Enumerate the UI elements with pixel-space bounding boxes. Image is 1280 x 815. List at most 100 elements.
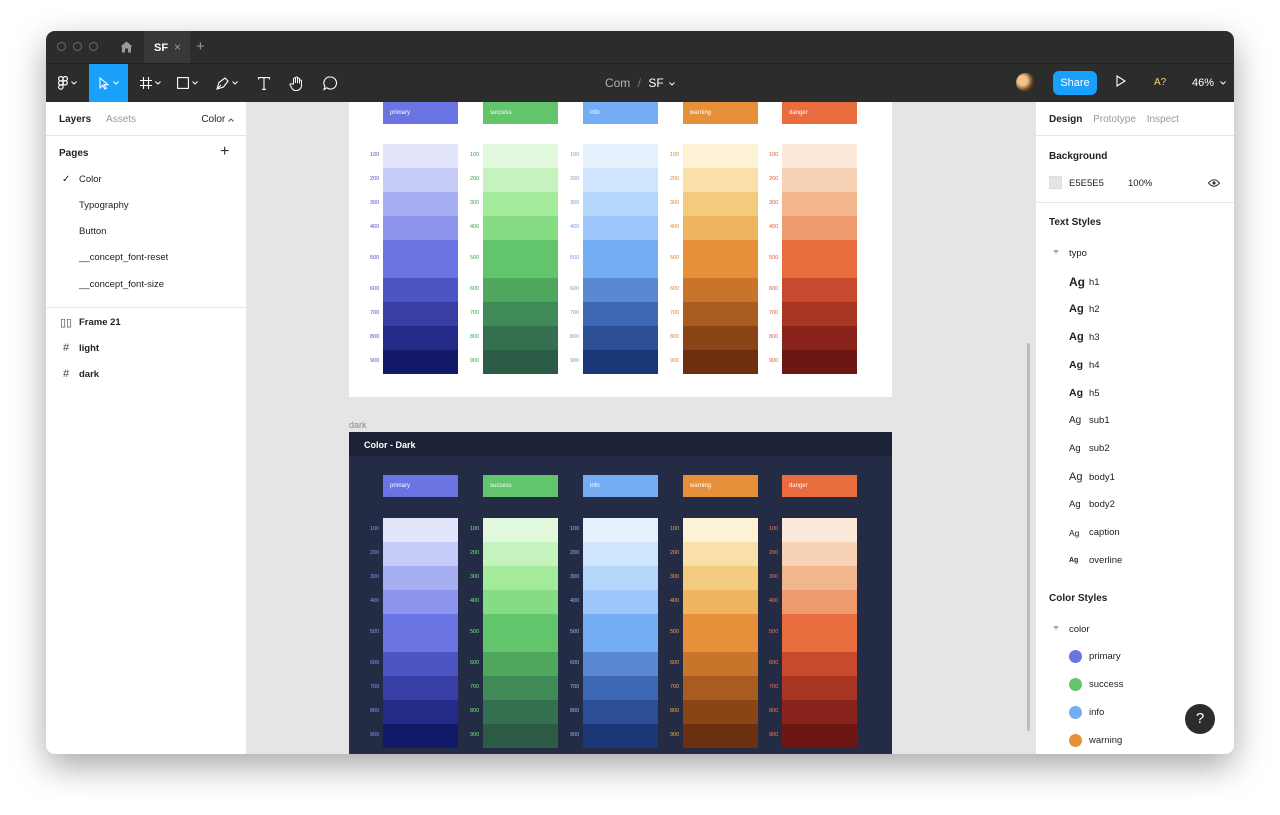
- shade-label: 500: [670, 629, 680, 635]
- text-style-overline[interactable]: Ag overline: [1069, 555, 1122, 566]
- close-tab-icon[interactable]: ×: [174, 40, 181, 54]
- home-tab[interactable]: [112, 31, 140, 63]
- close-window-button[interactable]: [57, 42, 66, 51]
- palette-strip-info: [583, 518, 658, 748]
- breadcrumb-file[interactable]: SF: [648, 76, 663, 90]
- text-style-h5[interactable]: Ag h5: [1069, 387, 1100, 399]
- share-button[interactable]: Share: [1053, 71, 1097, 95]
- color-swatch: [782, 350, 857, 374]
- background-opacity[interactable]: 100%: [1128, 178, 1152, 189]
- layer-dark[interactable]: # dark: [60, 368, 99, 380]
- background-hex[interactable]: E5E5E5: [1069, 178, 1104, 189]
- user-avatar[interactable]: [1016, 73, 1035, 92]
- page-item[interactable]: Typography: [79, 200, 129, 211]
- shade-label: 300: [670, 200, 680, 206]
- tab-assets[interactable]: Assets: [106, 114, 136, 125]
- tab-prototype[interactable]: Prototype: [1093, 114, 1136, 125]
- text-style-sub2[interactable]: Ag sub2: [1069, 443, 1110, 454]
- eye-icon[interactable]: [1208, 179, 1220, 187]
- page-selector[interactable]: Color: [201, 114, 234, 125]
- text-style-preview: Ag: [1069, 557, 1079, 564]
- color-swatch: [782, 590, 857, 614]
- light-frame[interactable]: primary 100 200 300 400 500 600 700 800 900 succes…: [349, 102, 892, 397]
- color-swatch: [483, 144, 558, 168]
- text-style-sub1[interactable]: Ag sub1: [1069, 415, 1110, 426]
- shade-label: 500: [470, 255, 480, 261]
- color-swatch: [782, 542, 857, 566]
- layer-light[interactable]: # light: [60, 342, 99, 354]
- present-play-icon[interactable]: [1116, 75, 1126, 87]
- color-swatch: [583, 566, 658, 590]
- canvas-scrollbar[interactable]: [1027, 343, 1030, 731]
- shade-label: 400: [570, 224, 580, 230]
- new-tab-button[interactable]: +: [196, 38, 205, 55]
- background-swatch[interactable]: [1049, 176, 1062, 189]
- color-style-warning[interactable]: warning: [1069, 734, 1122, 747]
- text-style-name: h4: [1089, 359, 1100, 371]
- breadcrumb-project[interactable]: Com: [605, 76, 630, 90]
- text-style-body2[interactable]: Ag body2: [1069, 499, 1115, 510]
- page-item[interactable]: Button: [79, 226, 106, 237]
- text-styles-heading: Text Styles: [1049, 217, 1102, 228]
- palette-strip-warning: [683, 144, 758, 374]
- color-swatch: [583, 614, 658, 652]
- page-item[interactable]: Color: [79, 174, 102, 185]
- color-style-name: primary: [1089, 651, 1121, 662]
- minimize-window-button[interactable]: [73, 42, 82, 51]
- auto-layout-icon: ▯▯: [60, 317, 73, 329]
- color-swatch: [483, 192, 558, 216]
- color-style-info[interactable]: info: [1069, 706, 1104, 719]
- shade-label: 400: [470, 598, 480, 604]
- caret-down-icon[interactable]: [1053, 626, 1059, 630]
- color-swatch: [583, 240, 658, 278]
- chevron-up-icon: [228, 118, 234, 122]
- text-style-h3[interactable]: Ag h3: [1069, 331, 1100, 343]
- dark-frame[interactable]: Color - Dark primary 100 200 300 400 500 600 70…: [349, 432, 892, 754]
- page-item[interactable]: __concept_font-size: [79, 279, 164, 290]
- text-style-body1[interactable]: Ag body1: [1069, 471, 1115, 483]
- text-style-h2[interactable]: Ag h2: [1069, 303, 1100, 315]
- chevron-down-icon[interactable]: [669, 81, 675, 86]
- shade-label: 100: [670, 526, 680, 532]
- dark-frame-label[interactable]: dark: [349, 420, 367, 430]
- palette-strip-primary: [383, 144, 458, 374]
- maximize-window-button[interactable]: [89, 42, 98, 51]
- tab-design[interactable]: Design: [1049, 114, 1082, 125]
- add-page-button[interactable]: +: [220, 143, 229, 161]
- color-swatch: [683, 652, 758, 676]
- text-style-preview: Ag: [1069, 499, 1081, 510]
- text-style-group[interactable]: typo: [1069, 248, 1087, 259]
- color-swatch: [683, 240, 758, 278]
- page-item[interactable]: __concept_font-reset: [79, 252, 168, 263]
- color-swatch: [383, 614, 458, 652]
- color-style-primary[interactable]: primary: [1069, 650, 1121, 663]
- layer-frame-21[interactable]: ▯▯ Frame 21: [60, 316, 121, 329]
- tab-layers[interactable]: Layers: [59, 114, 91, 125]
- tab-inspect[interactable]: Inspect: [1147, 114, 1179, 125]
- color-swatch: [383, 566, 458, 590]
- text-style-caption[interactable]: Ag caption: [1069, 527, 1120, 538]
- text-style-name: body2: [1089, 499, 1115, 510]
- shade-label: 500: [769, 255, 779, 261]
- text-style-h4[interactable]: Ag h4: [1069, 359, 1100, 371]
- shade-label: 400: [370, 224, 380, 230]
- left-panel-tabs: Layers Assets Color: [59, 114, 234, 125]
- zoom-menu[interactable]: 46%: [1192, 77, 1226, 89]
- zoom-level: 46%: [1192, 77, 1215, 89]
- canvas[interactable]: primary 100 200 300 400 500 600 700 800 900 succes…: [247, 102, 1035, 754]
- color-style-group[interactable]: color: [1069, 624, 1090, 635]
- shade-label: 900: [370, 732, 380, 738]
- missing-fonts-indicator[interactable]: A?: [1154, 77, 1166, 88]
- color-swatch: [782, 240, 857, 278]
- palette-header-primary: primary: [383, 102, 458, 124]
- shade-label: 200: [769, 176, 779, 182]
- color-swatch: [683, 542, 758, 566]
- caret-down-icon[interactable]: [1053, 250, 1059, 254]
- color-style-success[interactable]: success: [1069, 678, 1123, 691]
- text-style-h1[interactable]: Ag h1: [1069, 275, 1100, 289]
- file-tab[interactable]: SF ×: [144, 31, 190, 63]
- help-button[interactable]: ?: [1185, 704, 1215, 734]
- palette-strip-danger: [782, 144, 857, 374]
- shade-label: 500: [370, 629, 380, 635]
- color-swatch: [483, 652, 558, 676]
